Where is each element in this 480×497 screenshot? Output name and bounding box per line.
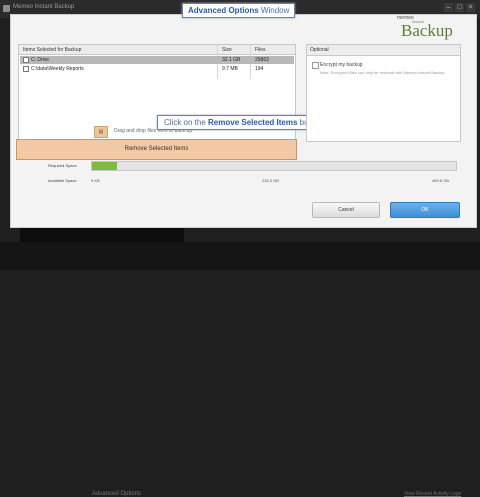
column-header-size[interactable]: Size [222, 47, 232, 53]
item-files: 194 [255, 66, 264, 72]
table-row[interactable]: C: Drive 32.1 GB 25863 [20, 56, 294, 64]
callout-rest: Window [258, 6, 290, 15]
tick-label: 0 KB [91, 178, 100, 183]
cancel-button[interactable]: Cancel [312, 202, 380, 218]
table-header: Items Selected for Backup Size Files [19, 45, 295, 55]
item-files: 25863 [255, 57, 269, 63]
instruction-callout: Click on the Remove Selected Items butto… [157, 115, 329, 130]
table-row[interactable]: C:\data\Weekly Reports 9.7 MB 194 [20, 65, 294, 73]
drop-files-icon: ▤ [94, 126, 108, 138]
ok-button[interactable]: OK [390, 202, 460, 218]
callout-prefix: Click on the [164, 118, 209, 127]
required-space-bar [91, 161, 457, 171]
column-header-items[interactable]: Items Selected for Backup [23, 47, 81, 53]
app-title: Memeo Instant Backup [13, 4, 75, 10]
optional-title: Optional [310, 47, 329, 53]
encrypt-label[interactable]: Encrypt my backup [320, 62, 363, 68]
logo-brand-big: Backup [401, 21, 453, 40]
tick-label: 234.3 GB [262, 178, 279, 183]
callout-bold: Advanced Options [188, 6, 259, 15]
window-callout: Advanced Options Window [182, 3, 296, 18]
row-checkbox[interactable] [23, 57, 29, 63]
app-logo-icon [3, 5, 10, 12]
item-name: C:\data\Weekly Reports [31, 66, 84, 72]
column-header-files[interactable]: Files [255, 47, 266, 53]
item-name: C: Drive [31, 57, 50, 63]
callout-bold: Remove Selected Items [208, 118, 298, 127]
item-size: 32.1 GB [222, 57, 241, 63]
minimize-icon[interactable]: – [444, 3, 453, 12]
app-footer: Advanced Options View Recent Activity Lo… [0, 242, 480, 497]
encrypt-description: Note: Encrypted files can only be restor… [320, 70, 446, 75]
row-checkbox[interactable] [23, 66, 29, 72]
activity-logs-link[interactable]: View Recent Activity Logs [404, 491, 461, 497]
tick-label: 469.6 GB [432, 178, 449, 183]
encrypt-checkbox[interactable] [312, 62, 319, 69]
optional-header: Optional [307, 45, 460, 56]
required-space-fill [92, 162, 118, 170]
remove-selected-items-button[interactable]: Remove Selected Items [16, 139, 297, 160]
advanced-options-link[interactable]: Advanced Options [92, 491, 141, 497]
optional-panel: Optional Encrypt my backup Note: Encrypt… [306, 44, 461, 142]
close-icon[interactable]: × [466, 3, 475, 12]
maximize-icon[interactable]: □ [455, 3, 464, 12]
available-space-label: Available Space [48, 178, 77, 183]
item-size: 9.7 MB [222, 66, 238, 72]
required-space-label: Required Space [48, 163, 77, 168]
